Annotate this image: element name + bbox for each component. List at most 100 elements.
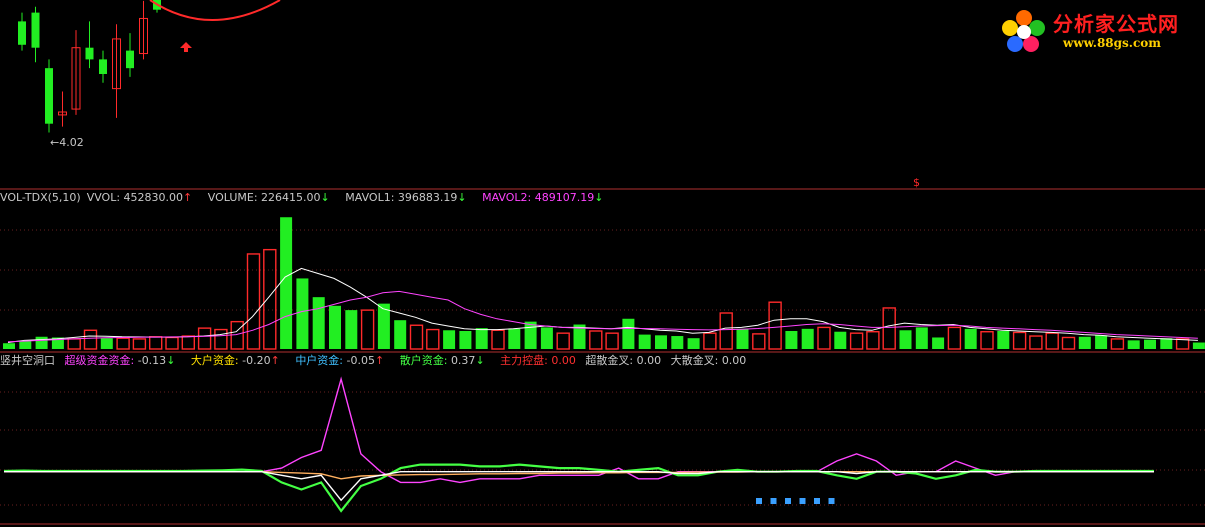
volume-bar [719, 312, 733, 350]
logo-url: www.88gs.com [1063, 36, 1161, 50]
volume-bar [540, 327, 553, 349]
volume-header: VOL-TDX(5,10) VVOL: 452830.00↑ VOLUME: 22… [0, 191, 609, 205]
volume-bar [35, 336, 48, 349]
volume-bar [1078, 336, 1091, 349]
volume-bar [752, 333, 766, 350]
vvol-arrow: ↑ [183, 191, 193, 204]
volume-value: 226415.00 [261, 191, 321, 204]
price-candle [126, 50, 134, 69]
indicator-marker [785, 498, 791, 504]
volume-bar [409, 324, 424, 350]
volume-label: VOLUME: [207, 191, 258, 204]
indicator-marker [828, 498, 835, 504]
volume-bar [687, 338, 700, 349]
indicator-marker [756, 498, 762, 504]
price-candle [31, 12, 40, 48]
volume-bar [638, 334, 651, 349]
volume-bar [491, 329, 505, 350]
vvol-value: 452830.00 [123, 191, 184, 204]
volume-bar [899, 330, 912, 349]
volume-bar [100, 338, 113, 349]
mavol2-arrow: ↓ [594, 191, 604, 204]
volume-bar [849, 332, 864, 350]
volume-bar [67, 338, 81, 350]
volume-bar [947, 326, 962, 350]
volume-bar [866, 331, 880, 350]
volume-bar [556, 332, 570, 350]
volume-bar [1160, 338, 1173, 349]
logo-title: 分析家公式网 [1053, 12, 1179, 36]
volume-bar [915, 327, 928, 349]
volume-bar [230, 320, 244, 350]
volume-bar [19, 341, 32, 349]
volume-bar [197, 327, 212, 350]
volume-bar [214, 328, 228, 350]
volume-bar [1192, 342, 1205, 349]
volume-bar [589, 330, 603, 350]
volume-bar [426, 328, 440, 350]
price-candle [99, 59, 107, 74]
volume-bar [329, 305, 341, 349]
f1-label: 超级资金资金: [64, 354, 135, 367]
volume-bar [475, 328, 488, 349]
mavol1-label: MAVOL1: [345, 191, 395, 204]
f5-label: 主力控盘: [500, 354, 548, 367]
volume-bar [246, 253, 261, 350]
volume-bar [1110, 338, 1125, 350]
volume-bar [785, 331, 798, 349]
volume-bar [459, 331, 472, 349]
volume-bar [882, 307, 896, 350]
volume-bar [280, 217, 293, 349]
mavol1-line [7, 267, 1198, 343]
f3-label: 中户资金: [295, 354, 344, 367]
indicator-series-line [4, 376, 1154, 484]
stock-chart-stage: ←4.02 $ 分析家公式网 www.88gs.com VOL-TDX(5,10)… [0, 0, 1205, 527]
volume-bar [997, 331, 1010, 349]
volume-bar [263, 248, 277, 350]
price-candle [45, 68, 53, 124]
volume-bar [148, 336, 163, 350]
f1-arrow: ↓ [166, 354, 176, 367]
volume-bar [1061, 336, 1076, 350]
indicator-header: 竖井空洞口 超级资金资金: -0.13↓ 大户资金: -0.20↑ 中户资金: … [0, 354, 752, 368]
volume-bar [1095, 335, 1108, 349]
volume-bar [443, 330, 456, 349]
volume-arrow: ↓ [320, 191, 330, 204]
volume-bar [964, 328, 977, 349]
f4-value: 0.37 [450, 354, 476, 367]
volume-bar [980, 331, 994, 350]
volume-bar [345, 310, 358, 349]
f2-label: 大户资金: [190, 354, 239, 367]
volume-bar [703, 332, 717, 350]
mavol1-value: 396883.19 [397, 191, 458, 204]
vvol-label: VVOL: [86, 191, 121, 204]
volume-bar [508, 328, 521, 349]
indicator-marker [770, 498, 777, 504]
volume-bar [312, 297, 325, 349]
volume-indicator-name: VOL-TDX(5,10) [0, 191, 81, 204]
f4-arrow: ↓ [475, 354, 485, 367]
f7-label: 大散金叉: [670, 354, 719, 367]
f3-value: -0.05 [346, 354, 375, 367]
mavol2-label: MAVOL2: [482, 191, 532, 204]
volume-signal-marker: $ [913, 176, 920, 189]
volume-bar [132, 338, 147, 350]
price-ma-curve [149, 0, 281, 21]
price-low-label: ←4.02 [50, 136, 84, 149]
volume-bar [83, 329, 98, 350]
flower-logo-icon [1002, 10, 1045, 52]
f1-value: -0.13 [137, 354, 167, 367]
volume-bar [116, 337, 130, 350]
volume-bar [360, 309, 375, 350]
site-logo: 分析家公式网 www.88gs.com [997, 6, 1197, 56]
volume-bar [181, 335, 196, 350]
chart-canvas[interactable]: ←4.02 $ [0, 0, 1205, 527]
volume-bar [296, 278, 309, 349]
volume-bar [736, 328, 749, 349]
f5-value: 0.00 [551, 354, 576, 367]
volume-bar [1144, 339, 1156, 349]
f2-value: -0.20 [242, 354, 271, 367]
f4-label: 散户资金: [399, 354, 448, 367]
volume-bar [1029, 335, 1043, 350]
price-candle [85, 47, 94, 60]
